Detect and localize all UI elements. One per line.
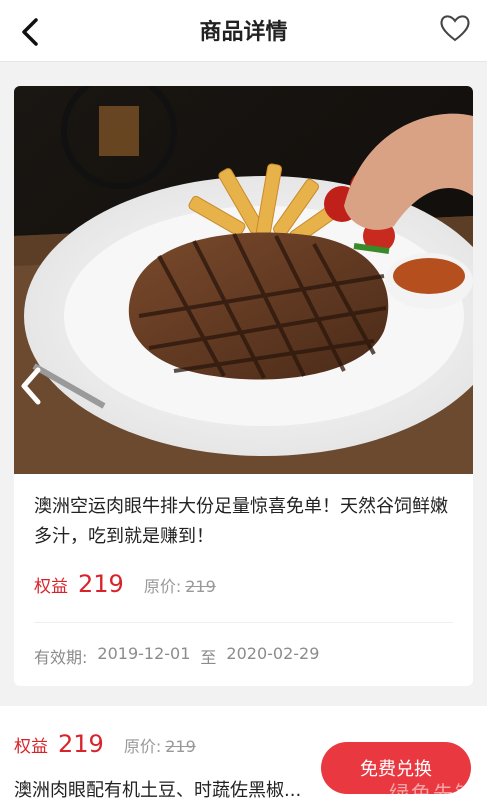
price-row: 权益 219 原价: 219 [34,570,216,604]
validity-separator: 至 [200,648,217,667]
product-image [14,86,473,474]
divider [34,622,453,623]
next-price-row: 权益 219 原价: 219 [14,730,196,758]
heart-outline-icon [440,15,470,42]
app-header: 商品详情 [0,0,487,62]
next-product-card[interactable]: 权益 219 原价: 219 澳洲肉眼配有机土豆、时蔬佐黑椒... 免费兑换 [0,706,487,812]
chevron-left-icon [21,367,41,405]
quanyi-label: 权益 [34,577,68,597]
page-title: 商品详情 [199,20,288,45]
original-price-value: 219 [165,737,196,756]
original-price-value: 219 [185,577,216,596]
validity-period: 有效期: 2019-12-01 至 2020-02-29 [34,644,319,668]
validity-end: 2020-02-29 [226,644,320,663]
validity-label: 有效期: [34,648,88,667]
product-card: 澳洲空运肉眼牛排大份足量惊喜免单！天然谷饲鲜嫩多汁，吃到就是赚到！ 权益 219… [14,86,473,686]
next-product-title: 澳洲肉眼配有机土豆、时蔬佐黑椒... [14,780,302,801]
redeem-button[interactable]: 免费兑换 [321,742,471,794]
product-description: 澳洲空运肉眼牛排大份足量惊喜免单！天然谷饲鲜嫩多汁，吃到就是赚到！ [34,496,448,547]
original-price-label: 原价: [143,577,182,596]
carousel-prev-button[interactable] [14,356,50,416]
quanyi-label: 权益 [14,737,48,757]
price-value: 219 [78,570,124,598]
price-value: 219 [58,730,104,758]
favorite-button[interactable] [437,10,473,46]
original-price-label: 原价: [123,737,162,756]
validity-start: 2019-12-01 [97,644,191,663]
